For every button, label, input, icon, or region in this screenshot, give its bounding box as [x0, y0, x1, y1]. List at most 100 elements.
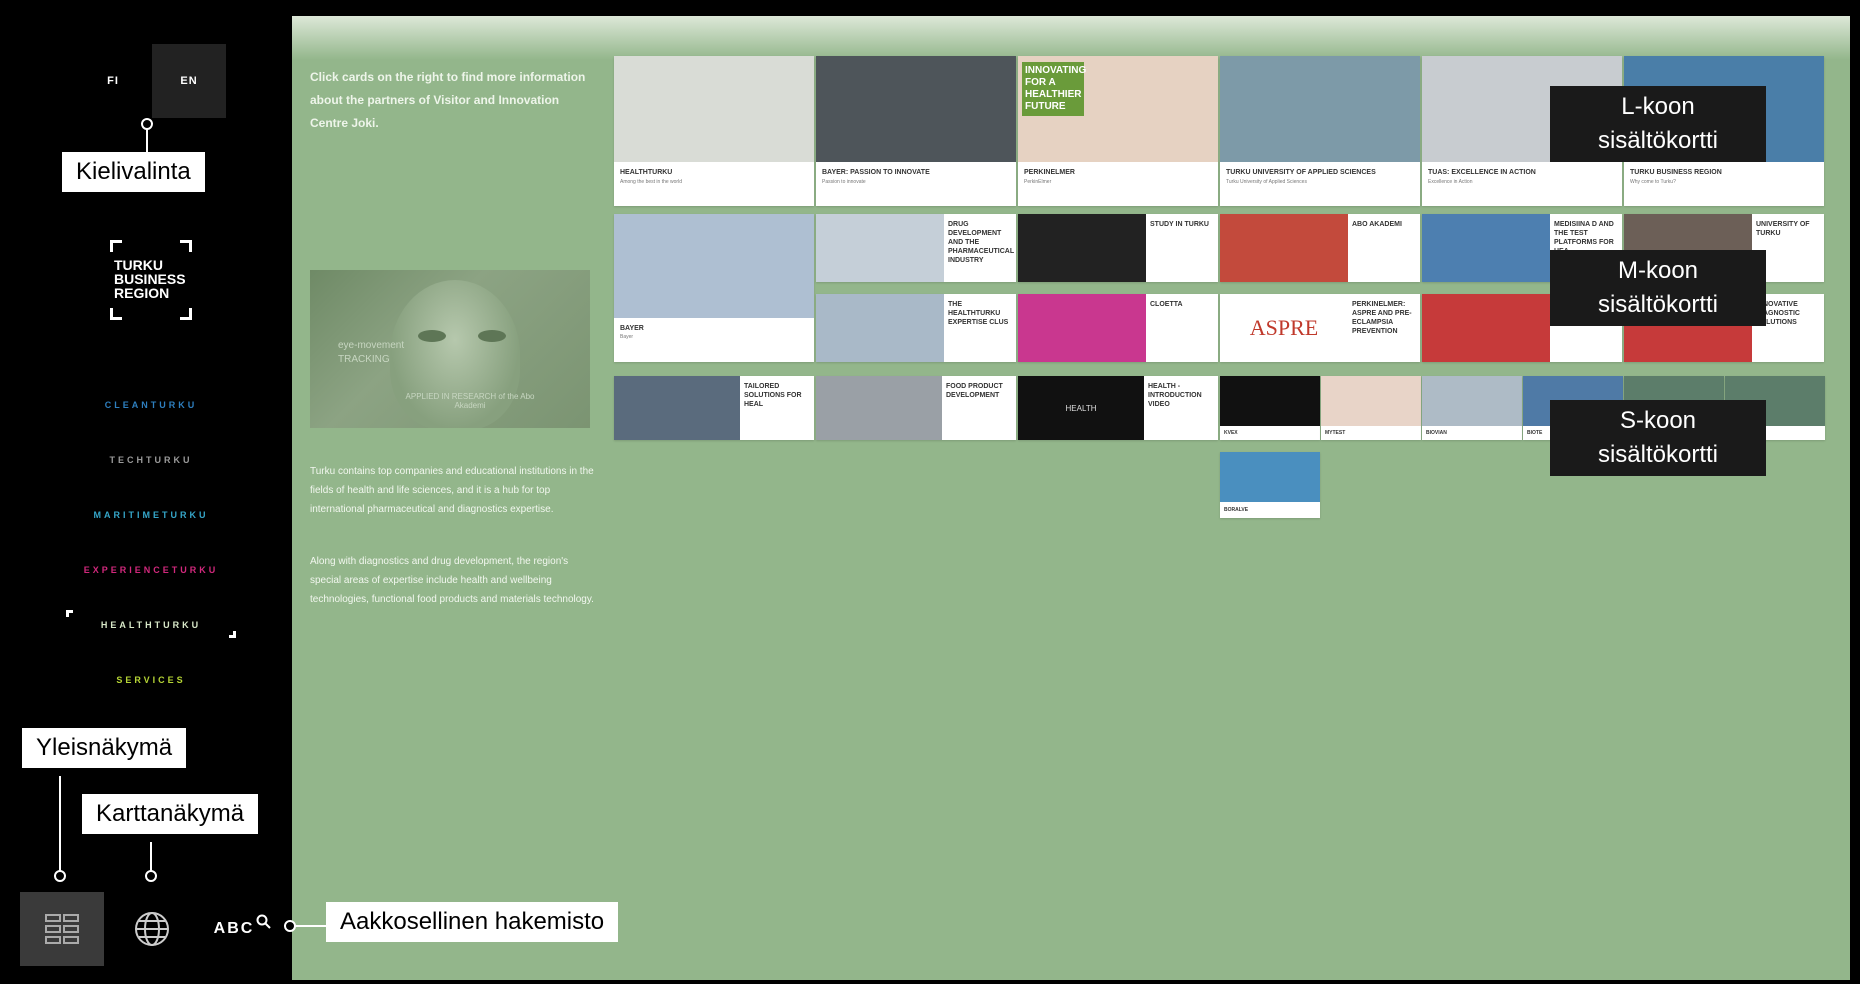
s-card[interactable]: TAILORED SOLUTIONS FOR HEAL — [614, 376, 814, 440]
card-image — [614, 214, 814, 318]
card-image — [614, 376, 740, 440]
card-image — [816, 376, 942, 440]
l-card[interactable]: BAYER: PASSION TO INNOVATE Passion to in… — [816, 56, 1016, 206]
map-view-button[interactable] — [116, 892, 188, 966]
callout-l-line2: sisältökortti — [1597, 127, 1719, 154]
card-image — [1321, 376, 1421, 426]
callout-kielivalinta: Kielivalinta — [62, 152, 205, 192]
m-card[interactable]: STUDY IN TURKU — [1018, 214, 1218, 282]
l-card[interactable]: TURKU UNIVERSITY OF APPLIED SCIENCES Tur… — [1220, 56, 1420, 206]
card-title: HEALTHTURKU — [620, 169, 673, 176]
s-card[interactable]: BIOVIAN — [1422, 376, 1522, 440]
callout-line — [292, 925, 326, 927]
aspre-logo: ASPRE — [1220, 294, 1348, 362]
card-subtitle: Why come to Turku? — [1630, 179, 1676, 185]
card-title: STUDY IN TURKU — [1150, 221, 1209, 228]
abc-label: ABC — [213, 920, 255, 937]
card-label: BIOVIAN — [1426, 430, 1447, 436]
m-card[interactable]: ASPRE PERKINELMER: ASPRE AND PRE-ECLAMPS… — [1220, 294, 1420, 362]
logo-corner — [180, 240, 192, 252]
s-card[interactable]: BORALVE — [1220, 452, 1320, 518]
alphabetical-index-button[interactable]: ABC — [206, 892, 280, 966]
m-card-tall[interactable]: BAYER Bayer — [614, 214, 814, 362]
s-card[interactable]: MYTEST — [1321, 376, 1421, 440]
s-card[interactable]: KVEX — [1220, 376, 1320, 440]
card-title: DRUG DEVELOPMENT AND THE PHARMACEUTICAL … — [948, 221, 1014, 264]
s-card[interactable]: FOOD PRODUCT DEVELOPMENT — [816, 376, 1016, 440]
callout-m-card: M-koon sisältökortti — [1550, 250, 1766, 326]
logo-corner — [110, 308, 122, 320]
brand-cleanturku[interactable]: CLEANTURKU — [20, 400, 282, 410]
card-title: TAILORED SOLUTIONS FOR HEAL — [744, 383, 802, 408]
s-card[interactable]: HEALTH HEALTH - INTRODUCTION VIDEO — [1018, 376, 1218, 440]
logo-corner — [110, 240, 122, 252]
card-image — [1220, 56, 1420, 162]
callout-dot — [145, 870, 157, 882]
callout-yleisnakyma: Yleisnäkymä — [22, 728, 187, 768]
turku-business-region-logo[interactable]: TURKU BUSINESS REGION — [106, 236, 196, 324]
card-title: THE HEALTHTURKU EXPERTISE CLUS — [948, 301, 1009, 326]
callout-s-line2: sisältökortti — [1597, 441, 1719, 468]
card-subtitle: Passion to innovate — [822, 179, 866, 185]
frame-corner — [66, 610, 73, 617]
card-title: FOOD PRODUCT DEVELOPMENT — [946, 383, 1003, 399]
callout-dot — [141, 118, 153, 130]
video-thumbnail[interactable]: eye-movement TRACKING APPLIED IN RESEARC… — [310, 270, 590, 428]
m-card[interactable]: DRUG DEVELOPMENT AND THE PHARMACEUTICAL … — [816, 214, 1016, 282]
m-card[interactable]: THE HEALTHTURKU EXPERTISE CLUS — [816, 294, 1016, 362]
top-gradient — [292, 16, 1850, 60]
card-image — [816, 56, 1016, 162]
brand-healthturku[interactable]: HEALTHTURKU — [20, 620, 282, 630]
l-card[interactable]: INNOVATING FOR A HEALTHIER FUTURE PERKIN… — [1018, 56, 1218, 206]
card-title: PERKINELMER: ASPRE AND PRE-ECLAMPSIA PRE… — [1352, 301, 1412, 335]
callout-l-card: L-koon sisältökortti — [1550, 86, 1766, 162]
callout-aakkosellinen: Aakkosellinen hakemisto — [326, 902, 619, 942]
card-image — [614, 56, 814, 162]
brand-experienceturku[interactable]: EXPERIENCETURKU — [20, 565, 282, 575]
card-title: TURKU UNIVERSITY OF APPLIED SCIENCES — [1226, 169, 1376, 176]
video-caption: APPLIED IN RESEARCH of the Abo Akademi — [405, 392, 535, 410]
brand-techturku[interactable]: TECHTURKU — [20, 455, 282, 465]
eye-shape — [478, 330, 506, 342]
stage: FI EN TURKU BUSINESS REGION CLEANTURKU T… — [0, 0, 1872, 984]
description-paragraph: Turku contains top companies and educati… — [310, 466, 594, 515]
l-card[interactable]: HEALTHTURKU Among the best in the world — [614, 56, 814, 206]
card-label: MYTEST — [1325, 430, 1346, 436]
card-title: BAYER — [620, 325, 644, 332]
card-subtitle: PerkinElmer — [1024, 179, 1052, 185]
callout-s-card: S-koon sisältökortti — [1550, 400, 1766, 476]
grid-view-icon — [45, 914, 79, 944]
card-subtitle: Bayer — [620, 334, 634, 340]
logo-text: TURKU BUSINESS REGION — [114, 257, 186, 301]
card-label: KVEX — [1224, 430, 1238, 436]
card-title: HEALTH - INTRODUCTION VIDEO — [1148, 383, 1202, 408]
card-title: BAYER: PASSION TO INNOVATE — [822, 169, 930, 176]
grid-view-button[interactable] — [20, 892, 104, 966]
lang-en-button[interactable]: EN — [152, 44, 226, 118]
eye-shape — [418, 330, 446, 342]
card-image — [1422, 376, 1522, 426]
callout-dot — [284, 920, 296, 932]
card-image — [816, 294, 944, 362]
callout-m-line2: sisältökortti — [1597, 291, 1719, 318]
m-card[interactable]: CLOETTA — [1018, 294, 1218, 362]
callout-line — [59, 776, 61, 874]
lang-fi-button[interactable]: FI — [76, 44, 150, 118]
card-label: BORALVE — [1224, 507, 1249, 513]
card-title: PERKINELMER — [1024, 169, 1075, 176]
m-card[interactable]: ABO AKADEMI — [1220, 214, 1420, 282]
card-image — [1018, 214, 1146, 282]
video-caption: TRACKING — [338, 354, 390, 365]
card-subtitle: Excellence in Action — [1428, 179, 1473, 185]
brand-maritimeturku[interactable]: MARITIMETURKU — [20, 510, 282, 520]
card-image — [1422, 294, 1550, 362]
card-subtitle: Among the best in the world — [620, 179, 682, 185]
brand-services[interactable]: SERVICES — [20, 675, 282, 685]
callout-m-line1: M-koon — [1617, 257, 1699, 284]
card-image: HEALTH — [1018, 376, 1144, 440]
callout-karttanakyma: Karttanäkymä — [82, 794, 259, 834]
frame-corner — [229, 631, 236, 638]
card-label: BIOTE — [1527, 430, 1543, 436]
globe-icon — [135, 912, 169, 946]
card-image — [816, 214, 944, 282]
